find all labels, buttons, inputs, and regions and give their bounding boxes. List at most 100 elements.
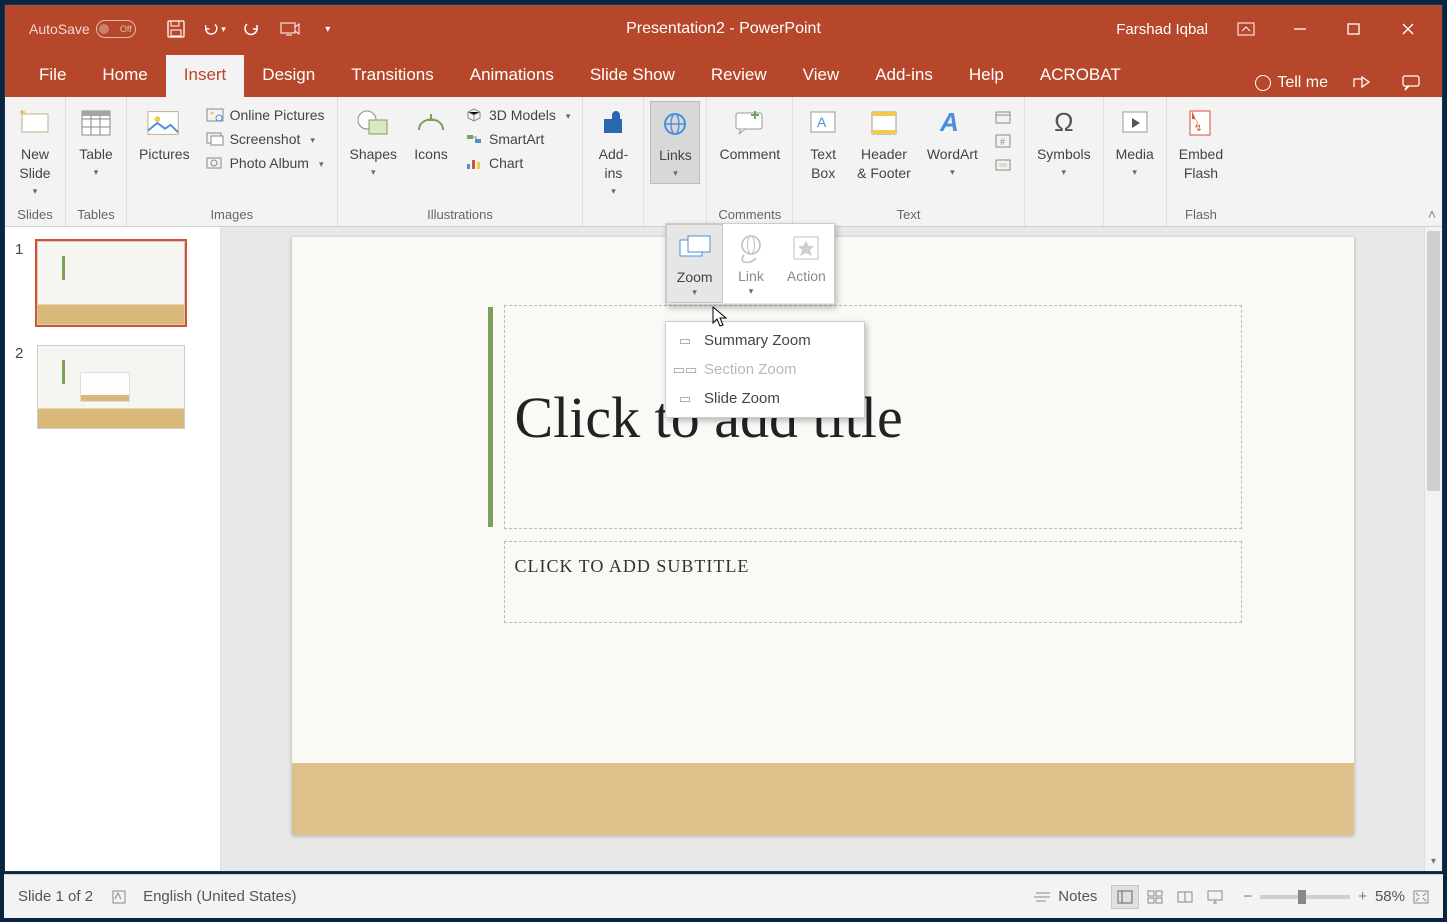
section-zoom-icon: ▭▭	[676, 362, 694, 378]
addins-label: Add- ins	[599, 145, 629, 183]
new-slide-label: New Slide	[19, 145, 50, 183]
notes-label: Notes	[1058, 888, 1097, 905]
table-button[interactable]: Table▾	[72, 101, 120, 182]
zoom-slider[interactable]	[1260, 895, 1350, 899]
tab-acrobat[interactable]: ACROBAT	[1022, 55, 1139, 97]
save-icon[interactable]	[164, 17, 188, 41]
new-slide-icon	[17, 105, 53, 141]
link-label: Link	[738, 268, 764, 284]
3d-models-button[interactable]: 3D Models▾	[459, 105, 576, 125]
reading-view-icon[interactable]	[1171, 885, 1199, 909]
comment-button[interactable]: Comment	[713, 101, 786, 168]
collapse-ribbon-icon[interactable]: ˄	[1428, 206, 1436, 222]
language-label[interactable]: English (United States)	[143, 888, 296, 905]
view-buttons	[1111, 885, 1229, 909]
object-button[interactable]	[988, 155, 1018, 175]
tab-help[interactable]: Help	[951, 55, 1022, 97]
maximize-button[interactable]	[1338, 15, 1370, 43]
tab-slideshow[interactable]: Slide Show	[572, 55, 693, 97]
spellcheck-icon[interactable]	[111, 889, 129, 905]
redo-icon[interactable]	[240, 17, 264, 41]
zoom-label: Zoom	[677, 269, 713, 285]
slide-sorter-icon[interactable]	[1141, 885, 1169, 909]
header-footer-button[interactable]: Header & Footer	[851, 101, 917, 187]
group-text: A Text Box Header & Footer A WordArt▾ # …	[793, 97, 1025, 226]
accent-bar	[488, 307, 493, 527]
normal-view-icon[interactable]	[1111, 885, 1139, 909]
tab-insert[interactable]: Insert	[166, 55, 245, 97]
share-icon[interactable]	[1346, 69, 1378, 97]
shapes-button[interactable]: Shapes▾	[344, 101, 403, 182]
tab-transitions[interactable]: Transitions	[333, 55, 452, 97]
fit-to-window-icon[interactable]	[1413, 890, 1429, 904]
symbols-button[interactable]: Ω Symbols▾	[1031, 101, 1097, 182]
slide-counter: Slide 1 of 2	[18, 888, 93, 905]
tab-design[interactable]: Design	[244, 55, 333, 97]
zoom-out-button[interactable]: −	[1243, 888, 1252, 905]
group-media: Media▾	[1104, 97, 1167, 226]
tab-file[interactable]: File	[21, 55, 84, 97]
slide-number-button[interactable]: #	[988, 131, 1018, 151]
bulb-icon	[1255, 75, 1271, 91]
zoom-menu-button[interactable]: Zoom▾	[666, 224, 723, 303]
textbox-icon: A	[805, 105, 841, 141]
qat-more-icon[interactable]: ▾	[316, 17, 340, 41]
svg-text:A: A	[817, 114, 827, 130]
subtitle-placeholder[interactable]: CLICK TO ADD SUBTITLE	[504, 541, 1242, 623]
scrollbar-handle[interactable]	[1427, 231, 1440, 491]
autosave-toggle[interactable]: AutoSave Off	[29, 20, 136, 38]
undo-icon[interactable]: ▾	[202, 17, 226, 41]
photo-album-button[interactable]: Photo Album▾	[200, 153, 331, 173]
tell-me-button[interactable]: Tell me	[1255, 74, 1328, 92]
textbox-button[interactable]: A Text Box	[799, 101, 847, 187]
slideshow-view-icon[interactable]	[1201, 885, 1229, 909]
chart-button[interactable]: Chart	[459, 153, 576, 173]
new-slide-button[interactable]: New Slide▾	[11, 101, 59, 201]
addins-button[interactable]: Add- ins▾	[589, 101, 637, 201]
pictures-button[interactable]: Pictures	[133, 101, 196, 168]
zoom-slider-knob[interactable]	[1298, 890, 1306, 904]
tab-review[interactable]: Review	[693, 55, 785, 97]
embed-flash-button[interactable]: ↯ Embed Flash	[1173, 101, 1229, 187]
group-text-label: Text	[799, 205, 1018, 224]
online-pictures-button[interactable]: Online Pictures	[200, 105, 331, 125]
vertical-scrollbar[interactable]: ▾	[1424, 227, 1442, 871]
links-button[interactable]: Links▾	[650, 101, 700, 184]
online-pictures-icon	[206, 107, 224, 123]
action-menu-button[interactable]: Action	[779, 224, 834, 303]
header-footer-label: Header & Footer	[857, 145, 911, 183]
close-button[interactable]	[1392, 15, 1424, 43]
start-from-beginning-icon[interactable]	[278, 17, 302, 41]
group-tables: Table▾ Tables	[66, 97, 127, 226]
notes-button[interactable]: Notes	[1034, 888, 1097, 905]
media-button[interactable]: Media▾	[1110, 101, 1160, 182]
zoom-in-button[interactable]: +	[1358, 888, 1367, 905]
date-time-button[interactable]	[988, 107, 1018, 127]
user-name[interactable]: Farshad Iqbal	[1116, 21, 1208, 38]
shapes-label: Shapes	[350, 145, 397, 164]
wordart-button[interactable]: A WordArt▾	[921, 101, 984, 182]
tab-animations[interactable]: Animations	[452, 55, 572, 97]
tab-addins[interactable]: Add-ins	[857, 55, 951, 97]
screenshot-button[interactable]: Screenshot▾	[200, 129, 331, 149]
textbox-label: Text Box	[810, 145, 836, 183]
ribbon-display-icon[interactable]	[1230, 15, 1262, 43]
summary-zoom-icon: ▭	[676, 333, 694, 349]
summary-zoom-item[interactable]: ▭Summary Zoom	[666, 326, 864, 355]
link-menu-button[interactable]: Link▾	[723, 224, 778, 303]
tab-view[interactable]: View	[785, 55, 858, 97]
minimize-button[interactable]	[1284, 15, 1316, 43]
svg-text:A: A	[939, 109, 959, 137]
icons-button[interactable]: Icons	[407, 101, 455, 168]
scroll-down-icon[interactable]: ▾	[1425, 856, 1442, 867]
smartart-button[interactable]: SmartArt	[459, 129, 576, 149]
slide-thumbnails-panel[interactable]: 1 2	[5, 227, 221, 871]
tab-home[interactable]: Home	[84, 55, 165, 97]
comments-icon[interactable]	[1396, 69, 1428, 97]
media-label: Media	[1116, 145, 1154, 164]
title-placeholder[interactable]: Click to add title	[504, 305, 1242, 529]
zoom-level[interactable]: 58%	[1375, 888, 1405, 905]
slide-zoom-item[interactable]: ▭Slide Zoom	[666, 384, 864, 413]
slide-thumbnail-2[interactable]	[37, 345, 185, 429]
slide-thumbnail-1[interactable]	[37, 241, 185, 325]
